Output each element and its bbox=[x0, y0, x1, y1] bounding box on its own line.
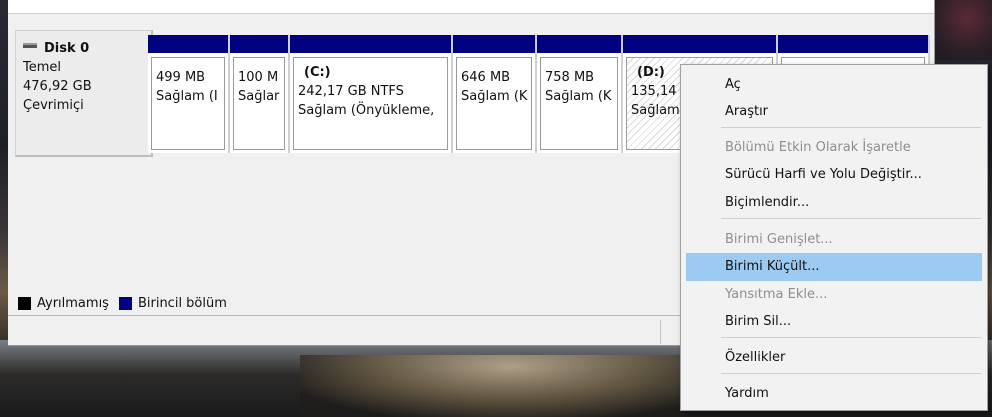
primary-partition-bar bbox=[453, 35, 535, 53]
legend-unallocated: Ayrılmamış bbox=[37, 296, 109, 311]
menu-item-shrink-volume[interactable]: Birimi Küçült... bbox=[686, 253, 982, 281]
primary-partition-bar bbox=[537, 35, 621, 53]
wallpaper-corner bbox=[930, 0, 992, 60]
partition-size: 646 MB bbox=[461, 70, 511, 85]
partition-body: 100 M Sağlar bbox=[233, 57, 285, 150]
primary-partition-swatch bbox=[118, 297, 132, 310]
menu-item-open[interactable]: Aç bbox=[686, 71, 982, 99]
unallocated-swatch bbox=[18, 297, 31, 310]
volume-list-bottom-edge bbox=[8, 0, 934, 14]
context-menu: Aç Araştır Bölümü Etkin Olarak İşaretle … bbox=[680, 64, 988, 411]
partition-size: 499 MB bbox=[156, 70, 206, 85]
partition-block-c[interactable]: (C:) 242,17 GB NTFS Sağlam (Önyükleme, bbox=[290, 35, 453, 153]
partition-title: (C:) bbox=[304, 65, 331, 80]
menu-item-delete-volume[interactable]: Birim Sil... bbox=[686, 308, 982, 336]
partition-body: 758 MB Sağlam (K bbox=[540, 57, 618, 150]
primary-partition-bar bbox=[148, 35, 228, 53]
partition-size: 100 M bbox=[238, 70, 279, 85]
partition-size: 758 MB bbox=[545, 70, 595, 85]
status-bar-divider bbox=[660, 320, 661, 344]
menu-item-change-drive-letter[interactable]: Sürücü Harfi ve Yolu Değiştir... bbox=[686, 161, 982, 189]
menu-separator bbox=[721, 218, 981, 219]
menu-item-extend-volume[interactable]: Birimi Genişlet... bbox=[686, 226, 982, 254]
menu-item-mark-active[interactable]: Bölümü Etkin Olarak İşaretle bbox=[686, 134, 982, 162]
menu-item-explore[interactable]: Araştır bbox=[686, 98, 982, 126]
disk-status: Çevrimiçi bbox=[23, 98, 84, 113]
disk-type: Temel bbox=[23, 60, 62, 75]
partition-status: Sağlam (I bbox=[156, 89, 218, 104]
disk-drive-icon bbox=[23, 43, 37, 48]
menu-separator bbox=[721, 127, 981, 128]
disk-info-panel[interactable]: Disk 0 Temel 476,92 GB Çevrimiçi bbox=[15, 30, 153, 157]
menu-separator bbox=[721, 337, 981, 338]
partition-body: 646 MB Sağlam (K bbox=[456, 57, 532, 150]
partition-block[interactable]: 646 MB Sağlam (K bbox=[453, 35, 537, 153]
partition-status: Sağlam (Önyükleme, bbox=[298, 103, 435, 118]
partition-body: 499 MB Sağlam (I bbox=[151, 57, 225, 150]
partition-body: (C:) 242,17 GB NTFS Sağlam (Önyükleme, bbox=[293, 57, 448, 150]
disk-size: 476,92 GB bbox=[23, 79, 92, 94]
menu-item-help[interactable]: Yardım bbox=[686, 380, 982, 408]
partition-block[interactable]: 499 MB Sağlam (I bbox=[148, 35, 230, 153]
menu-item-format[interactable]: Biçimlendir... bbox=[686, 189, 982, 217]
primary-partition-bar bbox=[290, 35, 451, 53]
menu-item-properties[interactable]: Özellikler bbox=[686, 344, 982, 372]
partition-size: 242,17 GB NTFS bbox=[298, 84, 404, 99]
partition-block[interactable]: 758 MB Sağlam (K bbox=[537, 35, 623, 153]
wallpaper-hill bbox=[300, 355, 720, 417]
primary-partition-bar bbox=[623, 35, 776, 53]
primary-partition-bar bbox=[230, 35, 288, 53]
legend-primary: Birincil bölüm bbox=[137, 296, 227, 311]
menu-item-add-mirror[interactable]: Yansıtma Ekle... bbox=[686, 281, 982, 309]
disk-name: Disk 0 bbox=[44, 41, 90, 56]
menu-separator bbox=[721, 373, 981, 374]
partition-status: Sağlam (K bbox=[545, 89, 612, 104]
legend: Ayrılmamış Birincil bölüm bbox=[18, 296, 227, 311]
primary-partition-bar bbox=[778, 35, 928, 53]
partition-block[interactable]: 100 M Sağlar bbox=[230, 35, 290, 153]
disk-name-row: Disk 0 bbox=[23, 39, 144, 58]
partition-status: Sağlar bbox=[238, 89, 280, 104]
partition-status: Sağlam (K bbox=[461, 89, 528, 104]
